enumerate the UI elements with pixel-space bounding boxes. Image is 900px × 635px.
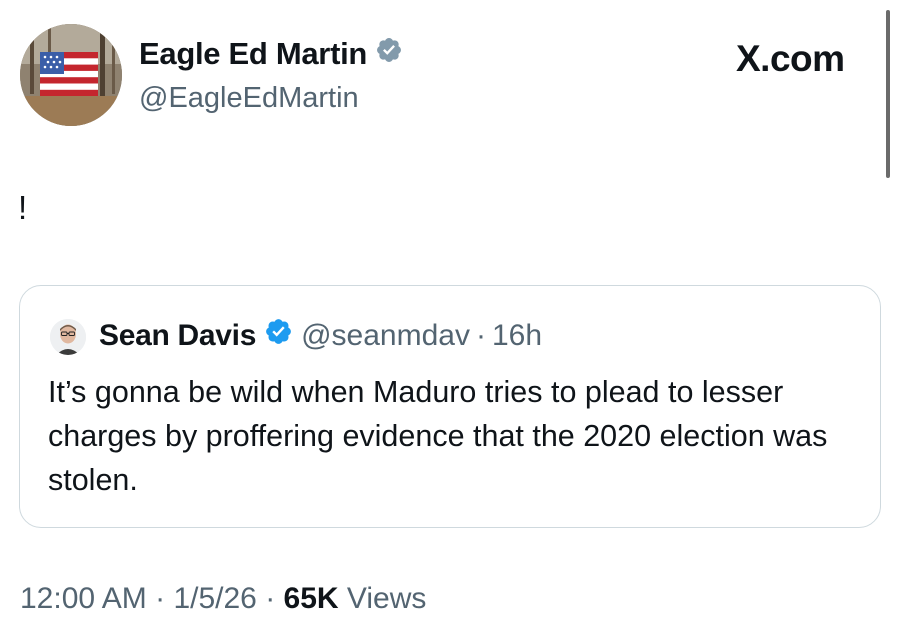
verified-badge-icon — [264, 317, 293, 354]
quoted-tweet-time[interactable]: 16h — [492, 319, 542, 353]
meta-separator: · — [146, 582, 174, 615]
verified-badge-icon — [375, 36, 403, 72]
quoted-author-name[interactable]: Sean Davis — [99, 319, 256, 353]
dot-separator: · — [475, 318, 486, 352]
author-name-row[interactable]: Eagle Ed Martin — [139, 36, 403, 72]
meta-separator: · — [256, 582, 284, 615]
quoted-author-avatar[interactable] — [50, 319, 86, 355]
author-handle[interactable]: @EagleEdMartin — [139, 82, 359, 115]
quoted-tweet-header: Sean Davis @seanmdav · 16h — [99, 317, 542, 354]
quoted-tweet-text: It’s gonna be wild when Maduro tries to … — [48, 375, 828, 497]
views-count[interactable]: 65K — [284, 582, 339, 615]
tweet-screenshot: Eagle Ed Martin @EagleEdMartin X.com ! S… — [0, 0, 900, 635]
tweet-time[interactable]: 12:00 AM — [20, 582, 147, 615]
scrollbar-thumb[interactable] — [886, 10, 890, 178]
tweet-text: ! — [18, 189, 28, 226]
views-label: Views — [338, 582, 427, 615]
author-name[interactable]: Eagle Ed Martin — [139, 36, 367, 72]
quoted-author-handle[interactable]: @seanmdav — [301, 319, 470, 353]
site-brand-logo: X.com — [736, 38, 845, 79]
tweet-meta: 12:00 AM · 1/5/26 · 65K Views — [20, 582, 426, 616]
author-avatar[interactable] — [20, 24, 122, 126]
tweet-date[interactable]: 1/5/26 — [173, 582, 256, 615]
quoted-tweet-card[interactable]: Sean Davis @seanmdav · 16h It’s gonna be… — [19, 285, 881, 528]
